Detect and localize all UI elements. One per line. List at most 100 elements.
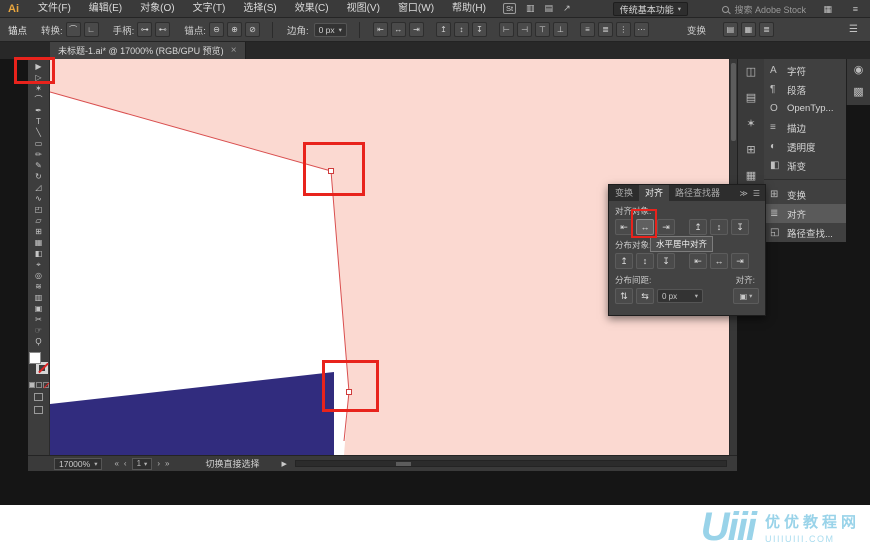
menu-item[interactable]: 对象(O) [131, 0, 183, 18]
type-tool[interactable]: T [29, 116, 49, 127]
anchor-option-button[interactable]: ⊖ [208, 22, 224, 37]
first-artboard-icon[interactable]: « [114, 459, 118, 468]
align-button[interactable]: ↕ [453, 22, 469, 37]
zoom-level-dropdown[interactable]: 17000% ▾ [54, 457, 103, 470]
distribute-object-button[interactable]: ⇥ [731, 253, 749, 269]
align-button[interactable]: ⊣ [516, 22, 532, 37]
controlbar-menu-icon[interactable]: ☰ [849, 24, 858, 35]
arrange-documents-icon[interactable]: ▦ [823, 4, 832, 15]
align-button[interactable]: ⋮ [615, 22, 631, 37]
document-tab[interactable]: 未标题-1.ai* @ 17000% (RGB/GPU 预览) × [50, 42, 246, 59]
screen-mode-button[interactable] [34, 406, 43, 414]
align-button[interactable]: ≡ [579, 22, 595, 37]
shape-builder-tool[interactable]: ▱ [29, 215, 49, 226]
rotate-tool[interactable]: ↻ [29, 171, 49, 182]
distribute-spacing-button[interactable]: ⇆ [636, 288, 654, 304]
menu-item[interactable]: 文字(T) [184, 0, 235, 18]
distribute-spacing-button[interactable]: ⇅ [615, 288, 633, 304]
free-transform-tool[interactable]: ◰ [29, 204, 49, 215]
perspective-grid-tool[interactable]: ⊞ [29, 226, 49, 237]
collapse-icon[interactable]: ≫ [739, 189, 747, 198]
align-object-button[interactable]: ↕ [710, 219, 728, 235]
controlbar-option-button[interactable]: ▤ [722, 22, 738, 37]
convert-anchor-button[interactable]: ⌒ [65, 22, 81, 37]
handle-option-button[interactable]: ⊶ [137, 22, 153, 37]
color-button[interactable] [28, 382, 35, 388]
controlbar-option-button[interactable]: ▦ [740, 22, 756, 37]
menu-item[interactable]: 帮助(H) [443, 0, 495, 18]
align-button[interactable]: ≣ [597, 22, 613, 37]
rectangle-tool[interactable]: ▭ [29, 138, 49, 149]
eyedropper-tool[interactable]: ⌖ [29, 259, 49, 270]
align-button[interactable]: ↧ [471, 22, 487, 37]
align-object-button[interactable]: ⇥ [657, 219, 675, 235]
none-button[interactable] [42, 382, 49, 388]
align-to-dropdown[interactable]: ▣ ▾ [733, 288, 759, 304]
dock-panel-item[interactable]: ≡ 描边 [764, 118, 846, 137]
panel-icon[interactable]: ✶ [746, 111, 755, 137]
distribute-object-button[interactable]: ⇤ [689, 253, 707, 269]
menu-item[interactable]: 文件(F) [29, 0, 80, 18]
align-object-button[interactable]: ↧ [731, 219, 749, 235]
status-play-icon[interactable]: ▶ [281, 460, 286, 468]
menubar-menu-icon[interactable]: ≡ [853, 4, 858, 14]
align-button[interactable]: ⇥ [408, 22, 424, 37]
menu-item[interactable]: 视图(V) [338, 0, 389, 18]
spacing-value-dropdown[interactable]: 0 px ▾ [657, 289, 703, 303]
paintbrush-tool[interactable]: ✏ [29, 149, 49, 160]
panel-menu-icon[interactable]: ☰ [753, 189, 760, 198]
panel-icon[interactable]: ⊞ [746, 137, 755, 163]
dock-panel-item[interactable]: A 字符 [764, 61, 846, 80]
align-button[interactable]: ⊥ [552, 22, 568, 37]
gradient-button[interactable] [35, 382, 42, 388]
slice-tool[interactable]: ✂ [29, 314, 49, 325]
align-button[interactable]: ⊤ [534, 22, 550, 37]
adobe-stock-icon[interactable]: St [502, 3, 517, 14]
scale-tool[interactable]: ◿ [29, 182, 49, 193]
transform-link[interactable]: 变换 [687, 23, 706, 37]
horizontal-scrollbar-thumb[interactable] [395, 462, 411, 466]
stock-search[interactable]: 搜索 Adobe Stock [722, 2, 806, 16]
align-button[interactable]: ⇤ [372, 22, 388, 37]
distribute-object-button[interactable]: ↔ [710, 253, 728, 269]
controlbar-option-button[interactable]: ≣ [758, 22, 774, 37]
menu-item[interactable]: 编辑(E) [80, 0, 131, 18]
dock-panel-item[interactable]: ◐ 透明度 [764, 137, 846, 156]
menubar-tool-icon[interactable]: ↗ [563, 3, 571, 14]
vertical-scrollbar-thumb[interactable] [731, 63, 736, 141]
dock-panel-item[interactable]: ≣ 对齐 [764, 204, 846, 223]
tab-align[interactable]: 对齐 [639, 185, 670, 201]
dock-panel-item[interactable]: ⊞ 变换 [764, 185, 846, 204]
artboard-tool[interactable]: ▣ [29, 303, 49, 314]
tab-transform[interactable]: 变换 [609, 185, 639, 201]
corner-radius-field[interactable]: 0 px ▾ [313, 22, 347, 37]
panel-icon[interactable]: ◫ [746, 59, 756, 85]
anchor-option-button[interactable]: ⊕ [226, 22, 242, 37]
width-tool[interactable]: ∿ [29, 193, 49, 204]
gradient-tool[interactable]: ◧ [29, 248, 49, 259]
line-segment-tool[interactable]: ╲ [29, 127, 49, 138]
dock-panel-item[interactable]: ◱ 路径查找... [764, 223, 846, 242]
menu-item[interactable]: 窗口(W) [389, 0, 443, 18]
convert-anchor-button[interactable]: ∟ [83, 22, 99, 37]
draw-mode-button[interactable] [34, 393, 43, 401]
fill-swatch[interactable] [28, 352, 41, 364]
next-artboard-icon[interactable]: › [157, 459, 160, 468]
panel-icon[interactable]: ▩ [853, 81, 863, 103]
zoom-tool[interactable]: Ϙ [29, 336, 49, 347]
align-button[interactable]: ⋯ [633, 22, 649, 37]
mesh-tool[interactable]: ▦ [29, 237, 49, 248]
close-icon[interactable]: × [231, 45, 237, 56]
align-button[interactable]: ⊢ [498, 22, 514, 37]
previous-artboard-icon[interactable]: ‹ [124, 459, 127, 468]
menubar-tool-icon[interactable]: ▤ [545, 3, 554, 14]
align-button[interactable]: ↥ [435, 22, 451, 37]
align-object-button[interactable]: ↥ [689, 219, 707, 235]
distribute-object-button[interactable]: ↧ [657, 253, 675, 269]
pen-tool[interactable]: ✒ [29, 105, 49, 116]
pencil-tool[interactable]: ✎ [29, 160, 49, 171]
align-button[interactable]: ↔ [390, 22, 406, 37]
workspace-switcher[interactable]: 传统基本功能 ▾ [612, 2, 688, 16]
horizontal-scrollbar[interactable] [294, 460, 727, 467]
lasso-tool[interactable]: ⌒ [29, 94, 49, 105]
